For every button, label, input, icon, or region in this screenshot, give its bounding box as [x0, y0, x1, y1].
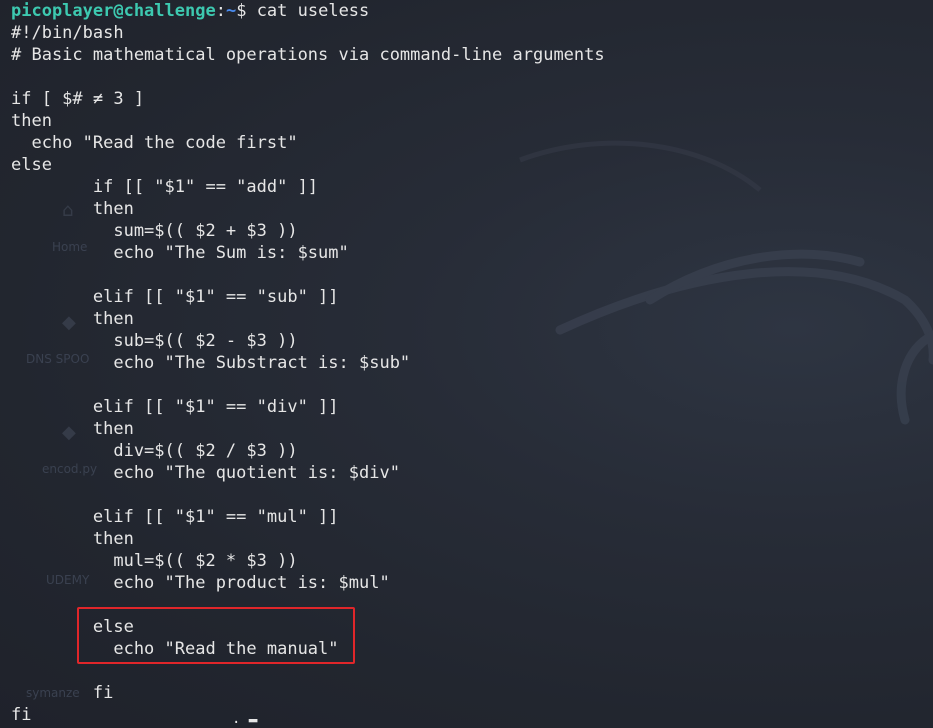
script-line: mul=$(( $2 * $3 ))	[11, 551, 298, 571]
script-line: elif [[ "$1" == "div" ]]	[11, 397, 339, 417]
script-line	[11, 374, 605, 396]
prompt-sign: $	[236, 1, 247, 21]
prompt-separator: :	[215, 1, 226, 21]
script-line: then	[11, 309, 134, 329]
script-line: if [ $# ≠ 3 ]	[11, 89, 145, 109]
script-line: elif [[ "$1" == "sub" ]]	[11, 287, 339, 307]
script-line: else	[11, 155, 52, 175]
script-line: then	[11, 199, 134, 219]
script-line: #!/bin/bash	[11, 23, 124, 43]
script-line: then	[11, 529, 134, 549]
script-line: echo "Read the code first"	[11, 133, 298, 153]
script-line	[11, 264, 605, 286]
prompt-command: cat useless	[246, 1, 370, 21]
script-line: fi	[11, 683, 114, 703]
cursor-icon: · ▀	[232, 719, 258, 728]
highlight-annotation-box	[77, 607, 355, 664]
script-line: if [[ "$1" == "add" ]]	[11, 177, 319, 197]
script-line	[11, 484, 605, 506]
script-line: div=$(( $2 / $3 ))	[11, 441, 298, 461]
script-line: echo "The Sum is: $sum"	[11, 243, 349, 263]
prompt-user-host: picoplayer@challenge	[11, 1, 216, 21]
script-line: fi	[11, 705, 32, 725]
script-line: echo "The product is: $mul"	[11, 573, 390, 593]
script-line: then	[11, 111, 52, 131]
script-line: echo "The Substract is: $sub"	[11, 353, 411, 373]
terminal-window[interactable]: ⌂ Home ◆ DNS SPOO ◆ encod.py UDEMY syman…	[0, 0, 933, 728]
script-line	[11, 66, 605, 88]
script-line: echo "The quotient is: $div"	[11, 463, 400, 483]
script-line: sub=$(( $2 - $3 ))	[11, 331, 298, 351]
script-line: then	[11, 419, 134, 439]
script-line: elif [[ "$1" == "mul" ]]	[11, 507, 339, 527]
script-line: # Basic mathematical operations via comm…	[11, 45, 605, 65]
script-line: sum=$(( $2 + $3 ))	[11, 221, 298, 241]
prompt-line: picoplayer@challenge:~$ cat useless	[11, 0, 605, 22]
prompt-path: ~	[225, 1, 237, 21]
